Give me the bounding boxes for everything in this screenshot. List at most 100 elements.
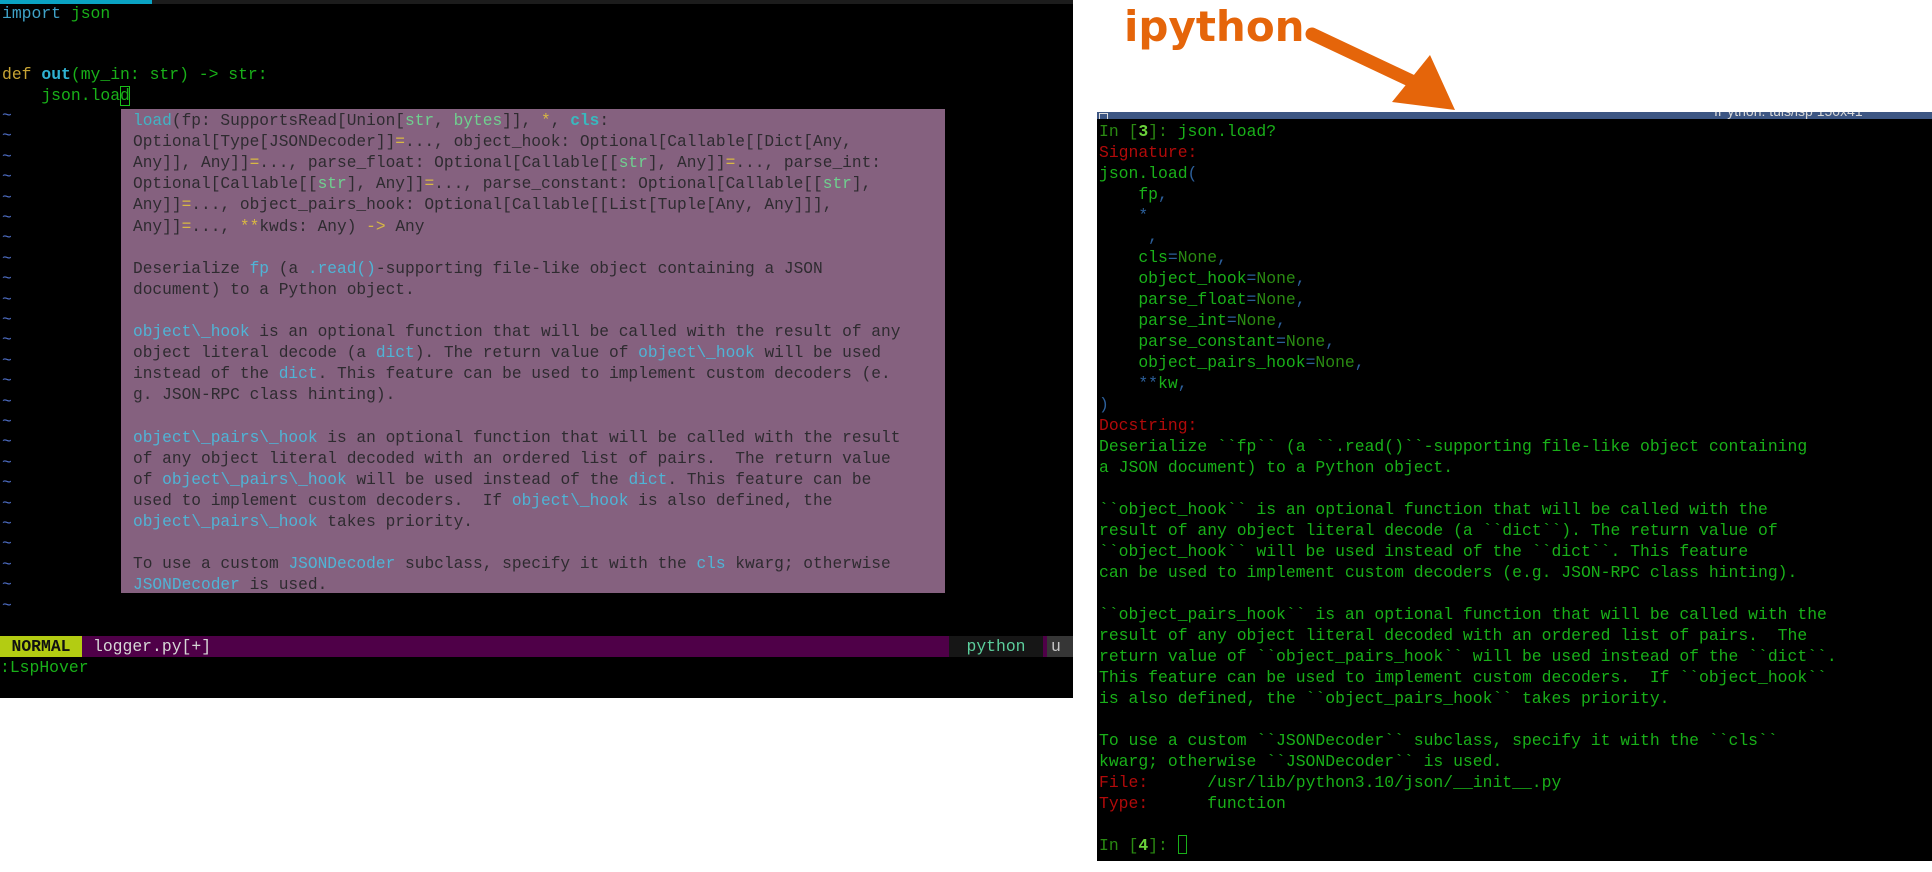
tilde-marker: ~ [2, 310, 12, 329]
text-segment: Optional[Type[JSONDecoder]] [133, 133, 396, 152]
tilde-marker: ~ [2, 106, 12, 125]
text-segment: document) to a Python object. [133, 280, 415, 299]
code-line[interactable]: def out(my_in: str) -> str: [2, 65, 268, 85]
text-segment: 4 [1138, 836, 1149, 855]
terminal-line: a JSON document) to a Python object. [1099, 457, 1837, 478]
hover-line: object\_pairs\_hook is an optional funct… [133, 428, 900, 449]
text-segment: object\_hook [511, 491, 629, 510]
mode-indicator: NORMAL [0, 636, 82, 657]
terminal-line: json.load( [1099, 163, 1837, 184]
tilde-marker: ~ [2, 146, 12, 166]
vim-editor-pane[interactable]: import json def out(my_in: str) -> str: j… [0, 0, 1073, 698]
text-segment: , [1177, 374, 1188, 393]
text-segment: object\_hook [133, 323, 250, 341]
text-segment: function [1207, 794, 1286, 813]
hover-line: Any]]=..., **kwds: Any) -> Any [133, 217, 424, 238]
text-segment: ]: [1148, 122, 1178, 141]
hover-line: object\_pairs\_hook takes priority. [133, 512, 473, 533]
text-segment: kw [1158, 374, 1178, 393]
terminal-line: To use a custom ``JSONDecoder`` subclass… [1099, 730, 1837, 751]
text-segment: dict [375, 344, 415, 363]
text-segment: ). The return value of [414, 344, 639, 363]
text-segment: , [1217, 248, 1227, 267]
terminal-line: kwarg; otherwise ``JSONDecoder`` is used… [1099, 751, 1837, 772]
terminal-output[interactable]: In [3]: json.load? Signature: json.load( f… [1099, 121, 1837, 856]
terminal-line: In [4]: [1099, 835, 1837, 856]
terminal-line: ) [1099, 394, 1837, 415]
tilde-marker: ~ [2, 452, 12, 472]
terminal-line: object_pairs_hook=None, [1099, 352, 1837, 373]
terminal-line: , [1099, 226, 1837, 247]
text-segment: ** [1099, 374, 1159, 393]
text-segment: load [133, 112, 172, 130]
text-segment: will be used instead of the [346, 470, 629, 489]
text-segment: of [133, 470, 163, 489]
text-segment: takes priority. [317, 512, 474, 531]
hover-line: Any]]=..., object_pairs_hook: Optional[C… [133, 195, 832, 216]
text-segment: . This feature can be [667, 470, 872, 489]
text-segment: used to implement custom decoders. If [133, 491, 512, 510]
text-segment: JSONDecoder [133, 576, 240, 595]
text-segment: . This feature can be used to implement … [317, 365, 891, 384]
text-segment: out [41, 65, 71, 85]
text-segment: parse_constant [1099, 332, 1277, 351]
tilde-marker: ~ [2, 228, 12, 248]
text-segment: , [1295, 290, 1306, 309]
text-segment: str [317, 175, 347, 194]
text-segment: .read() [307, 259, 376, 278]
lsp-hover-popup: load(fp: SupportsRead[Union[str, bytes]]… [121, 109, 945, 595]
text-segment: str [822, 175, 852, 194]
text-segment: = [249, 154, 260, 173]
text-segment: , [550, 112, 571, 130]
tilde-marker: ~ [2, 554, 12, 574]
terminal-line: result of any object literal decode (a `… [1099, 520, 1837, 541]
text-segment: object_hook [1099, 269, 1247, 288]
tilde-marker: ~ [2, 330, 12, 350]
text-segment: , [1158, 185, 1168, 204]
hover-line: Optional[Callable[[str], Any]]=..., pars… [133, 174, 871, 195]
tilde-marker: ~ [2, 208, 12, 227]
text-segment: json.load? [1177, 122, 1277, 141]
text-segment: = [181, 196, 192, 215]
text-segment: parse_int [1099, 311, 1227, 330]
text-segment: object\_pairs\_hook [133, 512, 318, 531]
terminal-titlebar[interactable]: IPython: tuis/lsp 150x41 [1097, 112, 1932, 119]
terminal-line: fp, [1099, 184, 1837, 205]
code-line[interactable]: json.load [2, 85, 130, 106]
text-segment [32, 65, 42, 84]
vim-command-line[interactable]: :LspHover [0, 658, 89, 678]
text-segment: ) [1099, 395, 1109, 414]
tilde-marker: ~ [2, 534, 12, 554]
text-segment: Deserialize [133, 259, 250, 278]
hover-line: instead of the dict. This feature can be… [133, 364, 891, 385]
text-segment: fp [249, 259, 270, 278]
text-segment: ], Any]] [647, 154, 726, 173]
code-line[interactable]: import json [2, 4, 110, 24]
tilde-marker: ~ [2, 289, 12, 309]
text-segment: None [1177, 248, 1218, 267]
text-segment: dict [278, 365, 318, 384]
terminal-line: In [3]: json.load? [1099, 121, 1837, 142]
text-segment: subclass, specify it with the [395, 555, 697, 574]
ipython-terminal-pane[interactable]: IPython: tuis/lsp 150x41 In [3]: json.lo… [1097, 112, 1932, 861]
text-segment: object\_pairs\_hook [162, 470, 347, 489]
hover-line: of any object literal decoded with an or… [133, 449, 891, 470]
text-segment: = [1305, 353, 1316, 372]
text-segment: json.loa [2, 85, 121, 105]
text-segment: In [ [1099, 836, 1139, 855]
terminal-line: ``object_hook`` is an optional function … [1099, 499, 1837, 520]
terminal-line: * [1099, 205, 1837, 226]
terminal-line: Deserialize ``fp`` (a ``.read()``-suppor… [1099, 436, 1837, 457]
tilde-marker: ~ [2, 493, 12, 513]
text-segment: ], [851, 175, 872, 194]
hover-line: g. JSON-RPC class hinting). [133, 385, 395, 406]
tilde-marker: ~ [2, 371, 12, 391]
text-segment: = [181, 217, 192, 236]
text-segment: = [395, 133, 405, 152]
window-menu-icon[interactable] [1099, 113, 1108, 119]
text-segment: Signature: [1099, 143, 1198, 162]
text-segment: instead of the [133, 365, 279, 384]
text-segment: (a [269, 259, 308, 278]
terminal-line: return value of ``object_pairs_hook`` wi… [1099, 646, 1837, 667]
